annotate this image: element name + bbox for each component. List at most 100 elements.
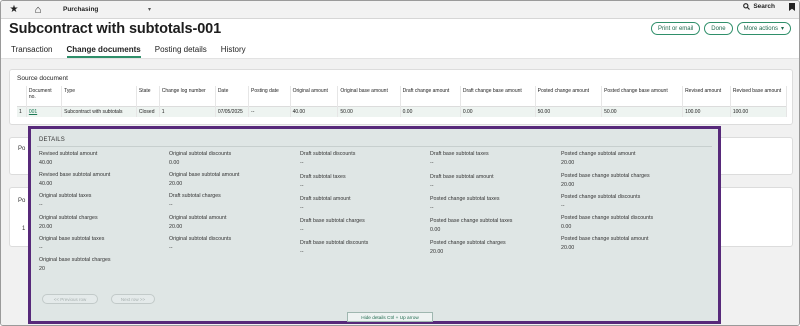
search-icon xyxy=(743,3,751,10)
field-value: 20.00 xyxy=(561,245,575,251)
field-label: Posted base change subtotal discounts xyxy=(561,215,654,221)
detail-field: Original subtotal discounts -- xyxy=(169,236,293,251)
previous-row-button[interactable]: << Previous row xyxy=(42,294,98,304)
detail-field: Draft base subtotal charges -- xyxy=(300,218,424,233)
field-label: Revised subtotal amount xyxy=(39,151,98,157)
detail-field: Original subtotal charges 20.00 xyxy=(39,215,163,230)
tab-history[interactable]: History xyxy=(221,45,246,58)
field-label: Posted base change subtotal amount xyxy=(561,236,649,242)
detail-field: Original base subtotal charges 20 xyxy=(39,257,163,272)
field-label: Draft base subtotal charges xyxy=(300,218,365,224)
column-header[interactable]: Original amount xyxy=(290,86,339,106)
tab-transaction[interactable]: Transaction xyxy=(11,45,53,58)
field-value: -- xyxy=(300,183,304,189)
table-row[interactable]: 1 001 Subcontract with subtotals Closed … xyxy=(17,105,788,117)
detail-field: Posted base change subtotal charges 20.00 xyxy=(561,173,685,188)
search-button[interactable]: Search xyxy=(743,3,775,10)
source-document-grid: Document no. Type State Change log numbe… xyxy=(17,86,788,117)
details-panel: DETAILS Revised subtotal amount 40.00 Rev… xyxy=(28,126,721,324)
detail-field: Draft subtotal charges -- xyxy=(169,193,293,208)
more-actions-button[interactable]: More actions ▾ xyxy=(736,22,791,35)
field-value: 0.00 xyxy=(169,160,180,166)
field-value: -- xyxy=(39,202,43,208)
column-header[interactable]: Type xyxy=(61,86,137,106)
row-index-header xyxy=(17,86,27,106)
search-label: Search xyxy=(753,3,775,10)
detail-field: Posted base change subtotal taxes 0.00 xyxy=(430,218,554,233)
field-value: 0.00 xyxy=(561,224,572,230)
done-button[interactable]: Done xyxy=(704,22,733,35)
next-row-button[interactable]: Next row >> xyxy=(111,294,155,304)
detail-field: Revised base subtotal amount 40.00 xyxy=(39,172,163,187)
page-title: Subcontract with subtotals-001 xyxy=(9,21,222,37)
field-label: Draft subtotal amount xyxy=(300,196,351,202)
grid-header-row: Document no. Type State Change log numbe… xyxy=(17,86,788,106)
column-header[interactable]: Posted change amount xyxy=(535,86,603,106)
column-header[interactable]: Revised base amount xyxy=(730,86,788,106)
table-cell: 1 xyxy=(159,105,216,117)
tab-posting-details[interactable]: Posting details xyxy=(155,45,207,58)
column-header[interactable]: Revised amount xyxy=(682,86,731,106)
table-cell: 50.00 xyxy=(337,105,401,117)
document-number-link[interactable]: 001 xyxy=(26,105,63,117)
field-value: -- xyxy=(39,245,43,251)
field-value: 20.00 xyxy=(39,224,53,230)
field-label: Draft subtotal taxes xyxy=(300,174,346,180)
module-select-label: Purchasing xyxy=(63,6,99,13)
field-value: -- xyxy=(430,183,434,189)
details-divider xyxy=(37,146,712,147)
field-label: Original base subtotal charges xyxy=(39,257,111,263)
detail-field: Draft base subtotal discounts -- xyxy=(300,240,424,255)
detail-field: Posted base change subtotal discounts 0.0… xyxy=(561,215,685,230)
detail-field: Original base subtotal taxes -- xyxy=(39,236,163,251)
field-label: Original subtotal discounts xyxy=(169,236,232,242)
source-document-card: Source document Document no. Type State … xyxy=(9,69,793,125)
detail-field: Posted change subtotal taxes -- xyxy=(430,196,554,211)
column-header[interactable]: Posting date xyxy=(248,86,291,106)
column-header[interactable]: Date xyxy=(215,86,250,106)
field-label: Original subtotal charges xyxy=(39,215,98,221)
detail-field: Draft subtotal taxes -- xyxy=(300,174,424,189)
field-value: -- xyxy=(430,205,434,211)
field-label: Draft base subtotal discounts xyxy=(300,240,369,246)
table-cell: 50.00 xyxy=(601,105,684,117)
chevron-down-icon: ▾ xyxy=(147,7,151,13)
module-select[interactable]: Purchasing ▾ xyxy=(59,3,155,17)
home-icon[interactable]: ⌂ xyxy=(31,3,45,17)
column-header[interactable]: Draft change amount xyxy=(400,86,461,106)
column-header[interactable]: Document no. xyxy=(26,86,63,106)
column-header[interactable]: Original base amount xyxy=(337,86,401,106)
field-value: -- xyxy=(300,249,304,255)
table-cell: 07/05/2025 xyxy=(215,105,250,117)
field-value: 20.00 xyxy=(169,181,183,187)
detail-field: Revised subtotal amount 40.00 xyxy=(39,151,163,166)
print-or-email-button[interactable]: Print or email xyxy=(650,22,701,35)
column-header[interactable]: State xyxy=(136,86,160,106)
field-value: -- xyxy=(300,160,304,166)
detail-field: Original subtotal taxes -- xyxy=(39,193,163,208)
field-label: Draft base subtotal taxes xyxy=(430,151,489,157)
field-label: Draft subtotal discounts xyxy=(300,151,356,157)
detail-field: Original subtotal discounts 0.00 xyxy=(169,151,293,166)
tab-change-documents[interactable]: Change documents xyxy=(66,45,141,58)
field-label: Posted base change subtotal charges xyxy=(561,173,650,179)
field-value: 20.00 xyxy=(430,249,444,255)
field-label: Posted change subtotal charges xyxy=(430,240,506,246)
field-value: -- xyxy=(561,203,565,209)
star-icon[interactable]: ★ xyxy=(7,3,21,17)
table-cell: 50.00 xyxy=(535,105,603,117)
app-window: ★ ⌂ Purchasing ▾ Search Subcontract with… xyxy=(0,0,800,326)
column-header[interactable]: Change log number xyxy=(159,86,216,106)
field-label: Draft subtotal charges xyxy=(169,193,221,199)
table-cell: 100.00 xyxy=(730,105,788,117)
details-title: DETAILS xyxy=(39,137,65,143)
table-cell: 0.00 xyxy=(460,105,536,117)
column-header[interactable]: Draft change base amount xyxy=(460,86,536,106)
field-value: 20.00 xyxy=(169,224,183,230)
hide-details-button[interactable]: Hide details Ctrl + Up arrow xyxy=(347,312,433,322)
row-index: 1 xyxy=(22,226,26,232)
bookmark-icon[interactable] xyxy=(789,3,795,13)
table-cell: 0.00 xyxy=(400,105,461,117)
field-label: Original subtotal taxes xyxy=(39,193,92,199)
column-header[interactable]: Posted change base amount xyxy=(601,86,684,106)
